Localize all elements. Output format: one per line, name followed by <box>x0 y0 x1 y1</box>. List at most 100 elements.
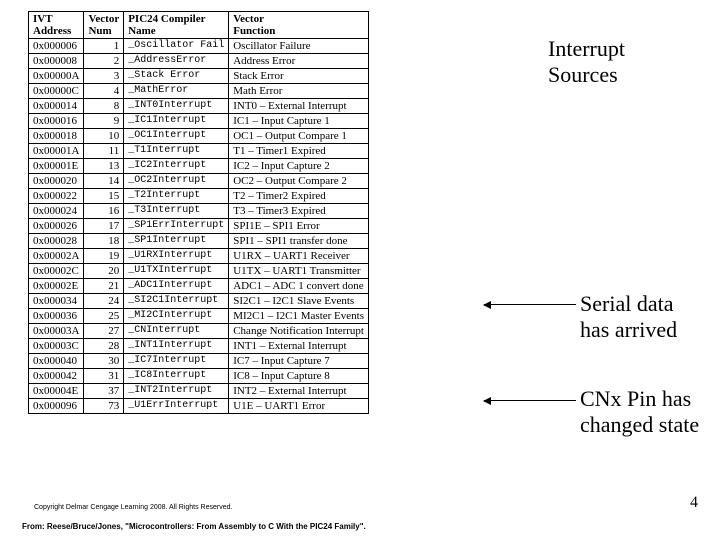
cell-func: U1E – UART1 Error <box>229 399 369 414</box>
cell-func: IC8 – Input Capture 8 <box>229 369 369 384</box>
cell-addr: 0x000024 <box>29 204 84 219</box>
cell-num: 24 <box>84 294 124 309</box>
arrow-cnx <box>484 400 576 401</box>
cell-addr: 0x00001E <box>29 159 84 174</box>
table-row: 0x00002E21_ADC1InterruptADC1 – ADC 1 con… <box>29 279 369 294</box>
cell-num: 14 <box>84 174 124 189</box>
cell-func: ADC1 – ADC 1 convert done <box>229 279 369 294</box>
cell-num: 27 <box>84 324 124 339</box>
cell-cname: _IC2Interrupt <box>124 159 229 174</box>
cell-func: U1RX – UART1 Receiver <box>229 249 369 264</box>
cell-func: INT1 – External Interrupt <box>229 339 369 354</box>
table-row: 0x00001810_OC1InterruptOC1 – Output Comp… <box>29 129 369 144</box>
col-header-cname: PIC24 CompilerName <box>124 12 229 39</box>
table-row: 0x00002818_SP1InterruptSPI1 – SPI1 trans… <box>29 234 369 249</box>
cell-num: 15 <box>84 189 124 204</box>
cell-addr: 0x000016 <box>29 114 84 129</box>
cell-func: IC1 – Input Capture 1 <box>229 114 369 129</box>
table-row: 0x00004231_IC8InterruptIC8 – Input Captu… <box>29 369 369 384</box>
cell-func: U1TX – UART1 Transmitter <box>229 264 369 279</box>
table-row: 0x00002215_T2InterruptT2 – Timer2 Expire… <box>29 189 369 204</box>
cell-func: Change Notification Interrupt <box>229 324 369 339</box>
cell-num: 1 <box>84 39 124 54</box>
cell-func: T2 – Timer2 Expired <box>229 189 369 204</box>
cell-addr: 0x000040 <box>29 354 84 369</box>
cell-addr: 0x00004E <box>29 384 84 399</box>
cell-cname: _ADC1Interrupt <box>124 279 229 294</box>
cell-addr: 0x00002A <box>29 249 84 264</box>
cell-num: 16 <box>84 204 124 219</box>
table-row: 0x00001E13_IC2InterruptIC2 – Input Captu… <box>29 159 369 174</box>
cell-cname: _INT2Interrupt <box>124 384 229 399</box>
cell-addr: 0x00000C <box>29 84 84 99</box>
cell-cname: _CNInterrupt <box>124 324 229 339</box>
table-row: 0x00002014_OC2InterruptOC2 – Output Comp… <box>29 174 369 189</box>
cell-cname: _T1Interrupt <box>124 144 229 159</box>
table-row: 0x00000A3_Stack ErrorStack Error <box>29 69 369 84</box>
cell-addr: 0x000022 <box>29 189 84 204</box>
cell-func: INT0 – External Interrupt <box>229 99 369 114</box>
cell-cname: _INT1Interrupt <box>124 339 229 354</box>
serial-annotation: Serial datahas arrived <box>580 291 677 344</box>
title-annotation: InterruptSources <box>548 36 625 89</box>
table-row: 0x00002A19_U1RXInterruptU1RX – UART1 Rec… <box>29 249 369 264</box>
table-row: 0x00002416_T3InterruptT3 – Timer3 Expire… <box>29 204 369 219</box>
cell-func: Stack Error <box>229 69 369 84</box>
cell-cname: _T2Interrupt <box>124 189 229 204</box>
cell-func: SPI1E – SPI1 Error <box>229 219 369 234</box>
table-row: 0x00004E37_INT2InterruptINT2 – External … <box>29 384 369 399</box>
cell-num: 21 <box>84 279 124 294</box>
cell-cname: _IC1Interrupt <box>124 114 229 129</box>
cell-cname: _U1ErrInterrupt <box>124 399 229 414</box>
cell-num: 11 <box>84 144 124 159</box>
cell-cname: _U1TXInterrupt <box>124 264 229 279</box>
cell-cname: _Oscillator Fail <box>124 39 229 54</box>
cell-addr: 0x000096 <box>29 399 84 414</box>
cell-cname: _SP1ErrInterrupt <box>124 219 229 234</box>
cell-num: 25 <box>84 309 124 324</box>
cell-cname: _U1RXInterrupt <box>124 249 229 264</box>
table-row: 0x00002617_SP1ErrInterruptSPI1E – SPI1 E… <box>29 219 369 234</box>
cell-func: SI2C1 – I2C1 Slave Events <box>229 294 369 309</box>
cell-func: Address Error <box>229 54 369 69</box>
cell-addr: 0x000018 <box>29 129 84 144</box>
cell-addr: 0x00002E <box>29 279 84 294</box>
cell-addr: 0x00001A <box>29 144 84 159</box>
table-row: 0x0000148_INT0InterruptINT0 – External I… <box>29 99 369 114</box>
cell-addr: 0x00003C <box>29 339 84 354</box>
cell-cname: _SP1Interrupt <box>124 234 229 249</box>
cell-cname: _AddressError <box>124 54 229 69</box>
table-row: 0x00003A27_CNInterruptChange Notificatio… <box>29 324 369 339</box>
cell-cname: _MI2CInterrupt <box>124 309 229 324</box>
col-header-addr: IVTAddress <box>29 12 84 39</box>
cell-func: T3 – Timer3 Expired <box>229 204 369 219</box>
cell-cname: _OC2Interrupt <box>124 174 229 189</box>
table-row: 0x00004030_IC7InterruptIC7 – Input Captu… <box>29 354 369 369</box>
cell-func: T1 – Timer1 Expired <box>229 144 369 159</box>
ivt-table: IVTAddress VectorNum PIC24 CompilerName … <box>28 11 369 414</box>
cnx-annotation: CNx Pin haschanged state <box>580 386 699 439</box>
cell-num: 37 <box>84 384 124 399</box>
cell-cname: _IC8Interrupt <box>124 369 229 384</box>
cell-num: 20 <box>84 264 124 279</box>
cell-func: IC7 – Input Capture 7 <box>229 354 369 369</box>
cell-addr: 0x000006 <box>29 39 84 54</box>
cell-func: IC2 – Input Capture 2 <box>229 159 369 174</box>
page-number: 4 <box>690 494 698 512</box>
cell-addr: 0x000028 <box>29 234 84 249</box>
cell-func: Oscillator Failure <box>229 39 369 54</box>
cell-addr: 0x000008 <box>29 54 84 69</box>
cell-num: 28 <box>84 339 124 354</box>
cell-num: 4 <box>84 84 124 99</box>
cell-cname: _INT0Interrupt <box>124 99 229 114</box>
cell-func: SPI1 – SPI1 transfer done <box>229 234 369 249</box>
cell-func: Math Error <box>229 84 369 99</box>
cell-addr: 0x00002C <box>29 264 84 279</box>
cell-addr: 0x000036 <box>29 309 84 324</box>
table-row: 0x0000061_Oscillator FailOscillator Fail… <box>29 39 369 54</box>
table-row: 0x00009673_U1ErrInterruptU1E – UART1 Err… <box>29 399 369 414</box>
table-row: 0x00000C4_MathErrorMath Error <box>29 84 369 99</box>
cell-addr: 0x000020 <box>29 174 84 189</box>
cell-func: MI2C1 – I2C1 Master Events <box>229 309 369 324</box>
cell-num: 19 <box>84 249 124 264</box>
